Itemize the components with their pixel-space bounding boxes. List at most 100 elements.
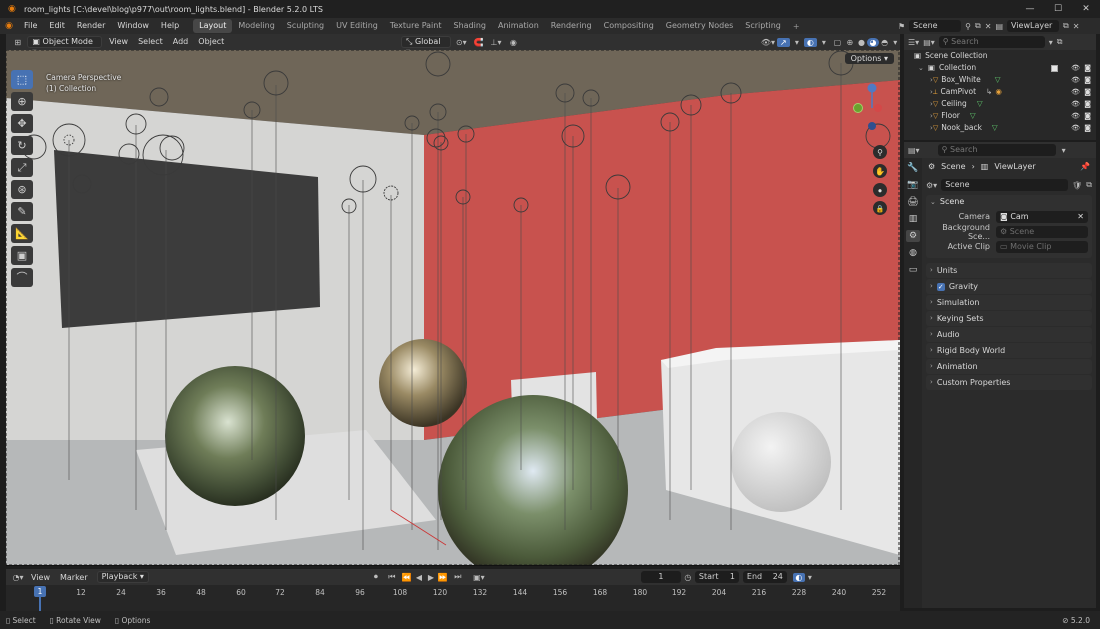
fake-user-icon[interactable]: 🛡 xyxy=(1072,181,1082,190)
render-camera-icon[interactable]: ◙ xyxy=(1084,62,1091,74)
outliner-item[interactable]: › ▽ Box_White ▽ 👁 ◙ xyxy=(904,74,1096,86)
options-button[interactable]: Options ▾ xyxy=(844,53,894,64)
tab-shading[interactable]: Shading xyxy=(447,19,492,33)
close-icon[interactable]: ✕ xyxy=(1072,0,1100,18)
rotate-icon[interactable]: ↻ xyxy=(11,136,33,155)
scene-tab-icon[interactable]: ⚙ xyxy=(906,230,920,242)
tab-compositing[interactable]: Compositing xyxy=(598,19,660,33)
xray-icon[interactable]: ▢ xyxy=(831,38,845,47)
shading-dropdown-icon[interactable]: ▾ xyxy=(890,38,900,47)
scene-field[interactable]: Scene xyxy=(909,20,962,32)
background-scene-field[interactable]: ⚙ Scene xyxy=(996,225,1088,238)
outliner-collection[interactable]: ⌄ ▣ Collection 👁 ◙ xyxy=(904,62,1096,74)
minimize-icon[interactable]: — xyxy=(1016,0,1044,18)
outliner-item[interactable]: › ▽ Ceiling ▽ 👁 ◙ xyxy=(904,98,1096,110)
transform-icon[interactable]: ⊛ xyxy=(11,180,33,199)
visibility-eye-icon[interactable]: 👁 xyxy=(1071,62,1080,74)
add-workspace-icon[interactable]: + xyxy=(787,22,806,31)
output-tab-icon[interactable]: 🖨 xyxy=(906,196,920,208)
tab-layout[interactable]: Layout xyxy=(193,19,233,33)
3d-viewport[interactable]: Camera Perspective (1) Collection ⬚ ⊕ ✥ … xyxy=(6,50,900,566)
audio-panel[interactable]: › Audio xyxy=(926,327,1092,342)
scene-icon[interactable]: ⚑ xyxy=(898,22,905,31)
gravity-panel[interactable]: › ✓ Gravity xyxy=(926,279,1092,294)
menu-select[interactable]: Select xyxy=(133,34,168,50)
menu-window[interactable]: Window xyxy=(111,18,155,34)
gizmo-dropdown-icon[interactable]: ▾ xyxy=(790,38,804,47)
editor-type-icon[interactable]: ⊞ xyxy=(10,38,25,47)
tab-sculpting[interactable]: Sculpting xyxy=(281,19,330,33)
rigid-body-world-panel[interactable]: › Rigid Body World xyxy=(926,343,1092,358)
gravity-checkbox[interactable]: ✓ xyxy=(936,282,945,291)
filter-icon[interactable]: ▾ xyxy=(1049,38,1053,47)
mode-dropdown[interactable]: ▣ Object Mode ▾ xyxy=(27,36,103,56)
clock-icon[interactable]: ◷ xyxy=(681,573,695,582)
wireframe-shading-icon[interactable]: ⊕ xyxy=(844,38,856,47)
blender-menu-icon[interactable]: ◉ xyxy=(0,21,18,31)
new-scene-icon[interactable]: ⧉ xyxy=(975,21,981,31)
menu-render[interactable]: Render xyxy=(71,18,111,34)
playhead[interactable]: 1 xyxy=(34,586,46,597)
timeline-menu-marker[interactable]: Marker xyxy=(55,573,93,582)
proportional-edit-icon[interactable]: ◉ xyxy=(505,38,522,47)
material-shading-icon[interactable]: ◕ xyxy=(867,37,879,47)
outliner-item[interactable]: › ⟂ CamPivot ↳ ◉ 👁 ◙ xyxy=(904,86,1096,98)
properties-options-icon[interactable]: ▾ xyxy=(1062,146,1066,155)
tab-texture-paint[interactable]: Texture Paint xyxy=(384,19,448,33)
playback-dropdown[interactable]: Playback ▾ xyxy=(96,571,149,583)
current-frame-field[interactable]: 1 xyxy=(640,571,681,583)
jump-start-icon[interactable]: ⏮ xyxy=(383,572,401,582)
start-frame-field[interactable]: Start 1 xyxy=(694,571,739,583)
tab-rendering[interactable]: Rendering xyxy=(545,19,598,33)
timeline-overlay-icon[interactable]: ◐ xyxy=(792,572,805,582)
overlays-icon[interactable]: ◐ xyxy=(803,37,818,47)
expand-icon[interactable]: ⌄ xyxy=(918,62,924,74)
jump-keyframe-back-icon[interactable]: ⏪ xyxy=(401,573,413,582)
new-collection-icon[interactable]: ⧉ xyxy=(1057,37,1063,47)
outliner-item[interactable]: › ▽ Nook_back ▽ 👁 ◙ xyxy=(904,122,1096,134)
annotate-icon[interactable]: ✎ xyxy=(11,202,33,221)
scene-panel-header[interactable]: ⌄ Scene xyxy=(926,195,1092,209)
timeline-overlay-dropdown-icon[interactable]: ▾ xyxy=(805,573,815,582)
scene-name-field[interactable]: Scene xyxy=(941,179,1069,191)
render-tab-icon[interactable]: 📷 xyxy=(906,179,920,191)
visibility-icon[interactable]: 👁▾ xyxy=(759,38,776,47)
delete-view-layer-icon[interactable]: ✕ xyxy=(1073,22,1080,31)
shear-icon[interactable]: ⌒ xyxy=(11,268,33,287)
custom-properties-panel[interactable]: › Custom Properties xyxy=(926,375,1092,390)
visibility-eye-icon[interactable]: 👁 xyxy=(1071,98,1080,110)
cursor-icon[interactable]: ⊕ xyxy=(11,92,33,111)
outliner-search-input[interactable]: ⚲ Search xyxy=(938,36,1045,48)
render-camera-icon[interactable]: ◙ xyxy=(1084,74,1091,86)
pin-icon[interactable]: ⚲ xyxy=(965,22,971,31)
view-layer-field[interactable]: ViewLayer xyxy=(1007,20,1060,32)
tab-animation[interactable]: Animation xyxy=(492,19,545,33)
orientation-dropdown[interactable]: ⤡ Global ▾ xyxy=(401,36,451,56)
play-icon[interactable]: ▶ xyxy=(425,573,437,582)
timeline-ruler[interactable]: 12 24 36 48 60 72 84 96 108 120 132 144 … xyxy=(6,585,900,611)
collection-tab-icon[interactable]: ▭ xyxy=(906,264,920,276)
menu-add[interactable]: Add xyxy=(168,34,194,50)
menu-help[interactable]: Help xyxy=(155,18,185,34)
visibility-eye-icon[interactable]: 👁 xyxy=(1071,74,1080,86)
render-camera-icon[interactable]: ◙ xyxy=(1084,122,1091,134)
tab-scripting[interactable]: Scripting xyxy=(739,19,787,33)
overlays-dropdown-icon[interactable]: ▾ xyxy=(817,38,831,47)
record-icon[interactable]: ⏺ xyxy=(369,572,383,582)
keying-icon[interactable]: ▣▾ xyxy=(467,573,491,582)
gizmo-toggle-icon[interactable]: ↗ xyxy=(776,37,791,47)
jump-end-icon[interactable]: ⏭ xyxy=(449,572,467,582)
measure-icon[interactable]: 📐 xyxy=(11,224,33,243)
outliner-item[interactable]: › ▽ Floor ▽ 👁 ◙ xyxy=(904,110,1096,122)
pin-icon[interactable]: 📌 xyxy=(1080,158,1090,176)
menu-view[interactable]: View xyxy=(104,34,133,50)
menu-file[interactable]: File xyxy=(18,18,43,34)
delete-scene-icon[interactable]: ✕ xyxy=(985,22,992,31)
view-layer-tab-icon[interactable]: ▥ xyxy=(906,213,920,225)
visibility-eye-icon[interactable]: 👁 xyxy=(1071,122,1080,134)
render-camera-icon[interactable]: ◙ xyxy=(1084,86,1091,98)
active-clip-field[interactable]: ▭ Movie Clip xyxy=(996,240,1088,253)
properties-editor-icon[interactable]: ▤▾ xyxy=(908,146,920,155)
camera-field[interactable]: ◙ Cam ✕ xyxy=(996,210,1088,223)
solid-shading-icon[interactable]: ● xyxy=(856,38,868,47)
